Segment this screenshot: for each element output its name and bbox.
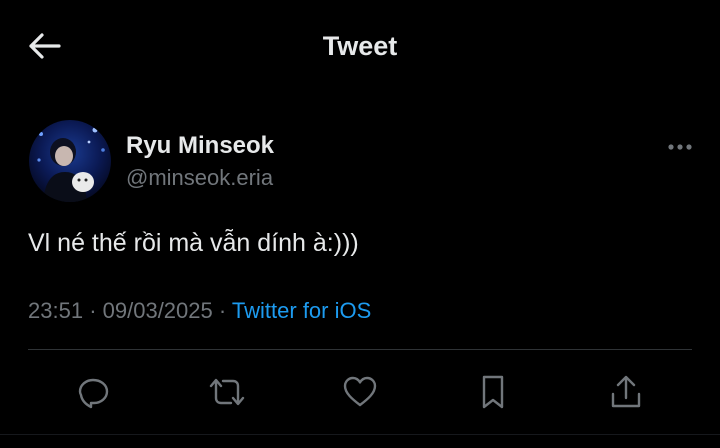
page-title: Tweet <box>322 31 398 61</box>
meta-separator: · <box>218 298 227 323</box>
bottom-divider <box>0 434 720 435</box>
more-options-button[interactable] <box>660 132 700 162</box>
avatar-photo <box>29 120 111 202</box>
tweet-text: Vl né thế rồi mà vẫn dính à:))) <box>28 229 359 257</box>
bookmark-icon <box>482 375 504 409</box>
avatar[interactable] <box>29 120 111 202</box>
tweet-time: 23:51 <box>28 298 84 323</box>
retweet-icon <box>209 378 245 406</box>
author-display-name[interactable]: Ryu Minseok <box>126 131 274 161</box>
retweet-button[interactable] <box>205 370 249 414</box>
share-icon <box>611 375 641 408</box>
divider <box>28 349 692 350</box>
meta-separator: · <box>89 298 97 323</box>
reply-button[interactable] <box>72 370 116 414</box>
more-dots-icon <box>668 144 692 150</box>
top-bar: Tweet <box>0 0 720 92</box>
action-bar <box>0 370 720 414</box>
tweet-source-link[interactable]: Twitter for iOS <box>232 298 371 323</box>
like-button[interactable] <box>338 370 382 414</box>
share-button[interactable] <box>604 370 648 414</box>
reply-icon <box>78 378 109 409</box>
bookmark-button[interactable] <box>471 370 515 414</box>
author-handle[interactable]: @minseok.eria <box>126 164 273 192</box>
tweet-metadata: 23:51 · 09/03/2025 · Twitter for iOS <box>28 296 371 326</box>
tweet-date: 09/03/2025 <box>102 298 213 323</box>
heart-icon <box>343 376 377 407</box>
